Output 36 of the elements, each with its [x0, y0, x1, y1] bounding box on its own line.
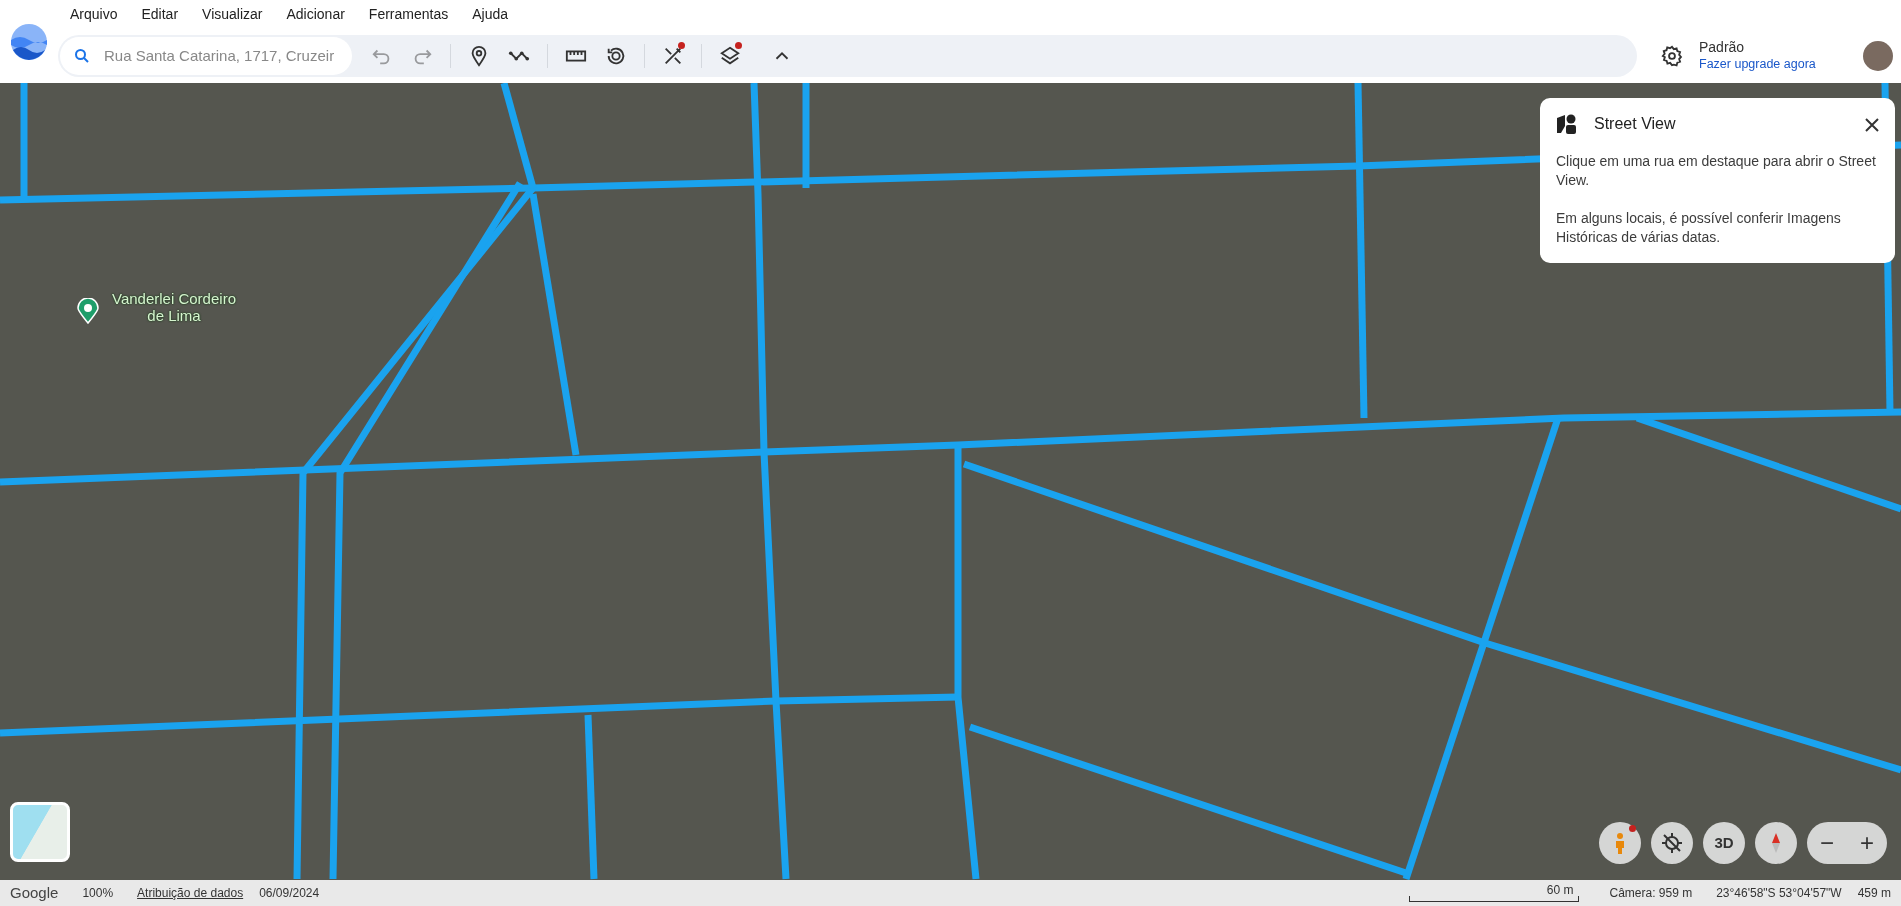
plan-name: Padrão: [1699, 38, 1746, 56]
menu-item[interactable]: Adicionar: [274, 3, 357, 25]
brand-text: Google: [10, 882, 59, 903]
street-view-icon: [1556, 114, 1578, 134]
upgrade-link[interactable]: Fazer upgrade agora: [1699, 55, 1816, 73]
panel-title: Street View: [1594, 114, 1676, 134]
recenter-icon: [1660, 831, 1684, 855]
menu-item[interactable]: Arquivo: [58, 3, 130, 25]
search-field[interactable]: Rua Santa Catarina, 1717, Cruzeir: [60, 36, 352, 75]
zoom-percent: 100%: [82, 885, 114, 902]
close-icon: [1865, 117, 1879, 132]
menu-item[interactable]: Visualizar: [190, 3, 275, 25]
avatar[interactable]: [1863, 40, 1893, 71]
zoom-in-button[interactable]: +: [1847, 822, 1887, 864]
imagery-date: 06/09/2024: [259, 885, 320, 902]
recenter-button[interactable]: [1651, 822, 1693, 864]
pegman-button[interactable]: [1599, 822, 1641, 864]
menu-item[interactable]: Ajuda: [460, 3, 521, 25]
place-label[interactable]: Vanderlei Cordeiro de Lima: [110, 290, 238, 324]
coordinates: 23°46'58"S 53°04'57"W: [1716, 885, 1842, 902]
compass-button[interactable]: [1755, 822, 1797, 864]
view-mode-button[interactable]: 3D: [1703, 822, 1745, 864]
panel-text: Em alguns locais, é possível conferir Imagens Históricas de várias datas.: [1556, 209, 1842, 247]
panel-text: Clique em uma rua em destaque para abrir o Street View.: [1556, 152, 1877, 190]
place-pin-icon[interactable]: [77, 298, 99, 324]
menu-item[interactable]: Editar: [129, 3, 191, 25]
satellite-photo[interactable]: Vanderlei Cordeiro de Lima Street View Clique em uma rua em destaque para abrir o Street View. Em alguns locais, é possível conferir Imagens Históricas de várias datas. 3D − +: [0, 83, 1901, 880]
zoom-out-button[interactable]: −: [1807, 822, 1847, 864]
scale-label: 60 m: [1546, 884, 1574, 896]
settings-icon[interactable]: [1661, 44, 1683, 67]
camera-altitude: Câmera: 959 m: [1609, 885, 1693, 902]
globe-logo-icon: [10, 22, 48, 61]
attribution-link[interactable]: Atribuição de dados: [137, 884, 244, 902]
layers-icon: [719, 44, 741, 67]
elevation: 459 m: [1857, 885, 1891, 902]
menu-item[interactable]: Ferramentas: [356, 3, 461, 25]
